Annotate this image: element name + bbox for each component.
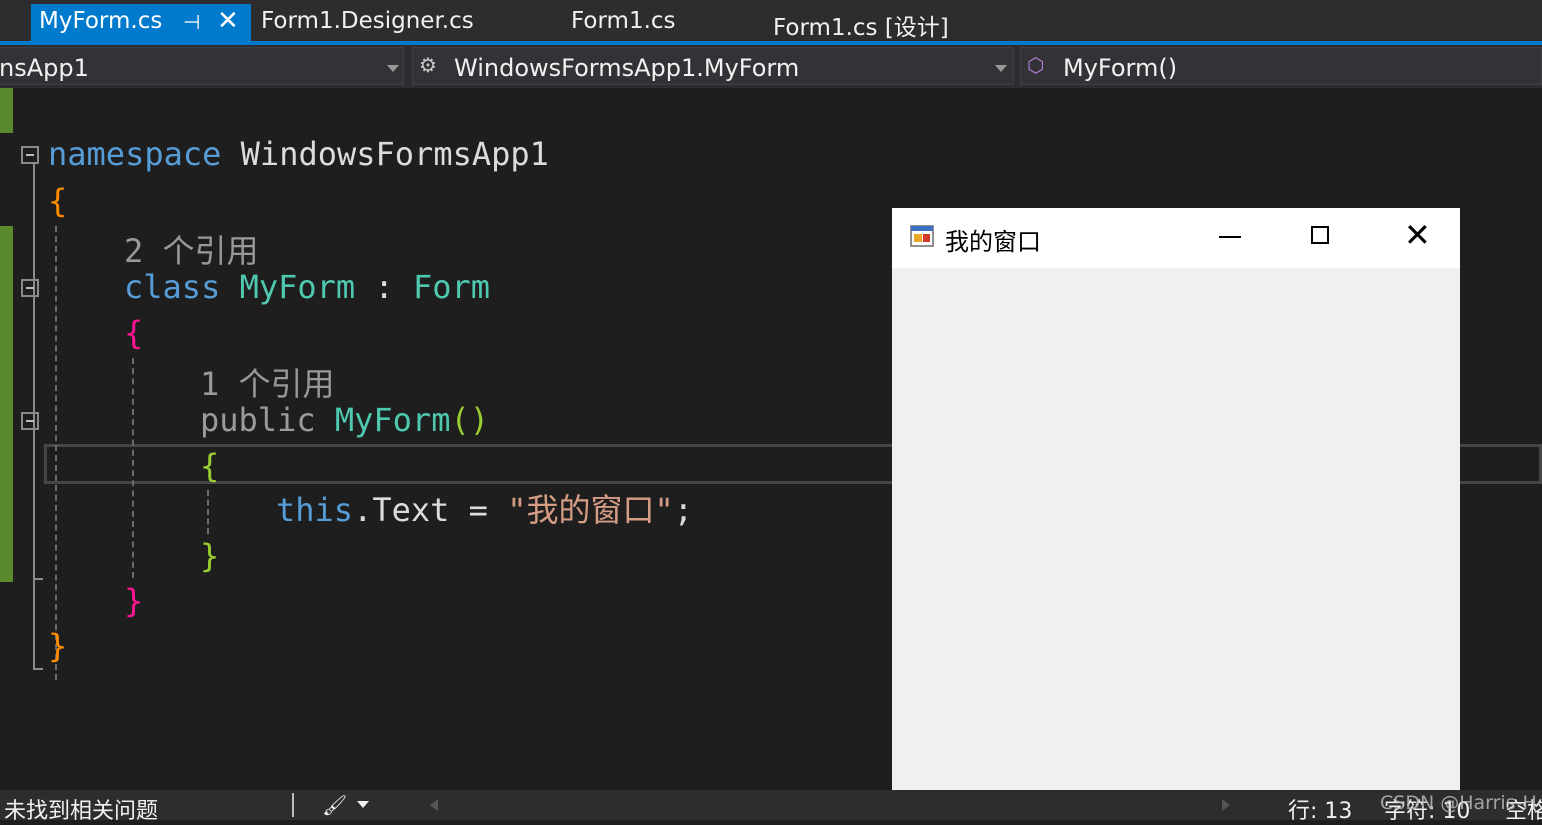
class-name: MyForm bbox=[239, 268, 356, 306]
tab-form1-cs[interactable]: Form1.cs bbox=[571, 8, 676, 34]
window-title: 我的窗口 bbox=[945, 228, 1041, 256]
brace: { bbox=[200, 447, 220, 485]
project-dropdown-value: nsApp1 bbox=[0, 54, 89, 82]
form-window[interactable]: 我的窗口 ✕ bbox=[892, 208, 1460, 790]
status-separator bbox=[292, 793, 294, 817]
scroll-left-icon[interactable] bbox=[430, 799, 438, 811]
brace: { bbox=[48, 182, 68, 220]
member-dropdown-value: MyForm() bbox=[1063, 54, 1178, 82]
collapse-ctor-icon[interactable] bbox=[21, 412, 39, 430]
close-icon[interactable]: ✕ bbox=[217, 6, 239, 36]
brace: { bbox=[124, 314, 144, 352]
type-dropdown-value: WindowsFormsApp1.MyForm bbox=[454, 54, 800, 82]
project-dropdown[interactable]: nsApp1 bbox=[0, 47, 404, 85]
type-dropdown[interactable]: ⚙ WindowsFormsApp1.MyForm bbox=[412, 47, 1014, 85]
status-bar: 未找到相关问题 🖌 行: 13 字符: 10 空格 bbox=[0, 790, 1542, 824]
maximize-icon bbox=[1311, 226, 1329, 244]
tab-form1-cs-design[interactable]: Form1.cs [设计] bbox=[773, 8, 949, 42]
watermark: CSDN @Harris-H bbox=[1380, 792, 1537, 814]
parens: () bbox=[450, 401, 489, 439]
base-type: Form bbox=[412, 268, 491, 306]
chevron-down-icon[interactable] bbox=[357, 801, 369, 808]
member-dropdown[interactable]: ⬡ MyForm() bbox=[1020, 47, 1542, 85]
property: Text bbox=[372, 491, 450, 529]
colon: : bbox=[374, 268, 394, 306]
collapse-namespace-icon[interactable] bbox=[21, 146, 39, 164]
minimize-icon bbox=[1219, 236, 1241, 238]
class-type-icon: ⚙ bbox=[419, 53, 437, 77]
close-button[interactable]: ✕ bbox=[1378, 208, 1458, 268]
outline-end bbox=[33, 668, 43, 670]
maximize-button[interactable] bbox=[1281, 208, 1361, 268]
code-line-assign: this.Text = "我的窗口"; bbox=[276, 494, 693, 526]
indent-guide bbox=[55, 226, 57, 680]
window-title-bar[interactable]: 我的窗口 ✕ bbox=[892, 208, 1460, 268]
change-indicator bbox=[0, 88, 13, 133]
app-icon bbox=[910, 225, 934, 247]
keyword: public bbox=[200, 401, 316, 439]
brace: } bbox=[124, 582, 144, 620]
minimize-button[interactable] bbox=[1190, 208, 1270, 268]
code-line-class: class MyForm : Form bbox=[124, 271, 490, 303]
change-indicator bbox=[0, 226, 13, 582]
navigation-bar: nsApp1 ⚙ WindowsFormsApp1.MyForm ⬡ MyFor… bbox=[0, 45, 1542, 88]
collapse-class-icon[interactable] bbox=[21, 279, 39, 297]
cleanup-brush-icon[interactable]: 🖌 bbox=[322, 793, 347, 817]
dot: . bbox=[353, 491, 373, 529]
tab-label: MyForm.cs bbox=[39, 8, 163, 34]
keyword: this bbox=[276, 491, 354, 529]
indent-guide bbox=[207, 490, 209, 534]
keyword: class bbox=[124, 268, 221, 306]
operator: = bbox=[468, 491, 488, 529]
keyword: namespace bbox=[48, 135, 222, 173]
ctor-name: MyForm bbox=[334, 401, 451, 439]
semicolon: ; bbox=[673, 491, 693, 529]
tab-myform-cs[interactable]: MyForm.cs ⊣ ✕ bbox=[31, 4, 251, 41]
pin-icon[interactable]: ⊣ bbox=[183, 10, 200, 34]
scroll-right-icon[interactable] bbox=[1222, 799, 1230, 811]
method-cube-icon: ⬡ bbox=[1027, 53, 1045, 77]
string-literal: "我的窗口" bbox=[507, 491, 674, 529]
tab-form1-designer-cs[interactable]: Form1.Designer.cs bbox=[261, 8, 474, 34]
chevron-down-icon bbox=[387, 65, 399, 72]
codelens-references[interactable]: 2 个引用 bbox=[124, 226, 259, 272]
indent-guide bbox=[132, 358, 134, 578]
namespace-name: WindowsFormsApp1 bbox=[240, 135, 549, 173]
code-line-ctor: public MyForm() bbox=[200, 404, 489, 436]
close-icon: ✕ bbox=[1404, 216, 1431, 254]
outline-end bbox=[33, 578, 43, 580]
brace: } bbox=[48, 627, 68, 665]
issues-status[interactable]: 未找到相关问题 bbox=[4, 793, 158, 825]
code-line-namespace: namespace WindowsFormsApp1 bbox=[48, 138, 549, 170]
chevron-down-icon bbox=[995, 65, 1007, 72]
line-number[interactable]: 行: 13 bbox=[1288, 793, 1352, 825]
brace: } bbox=[200, 537, 220, 575]
codelens-references[interactable]: 1 个引用 bbox=[200, 359, 335, 405]
document-tab-bar: MyForm.cs ⊣ ✕ Form1.Designer.cs Form1.cs… bbox=[0, 0, 1542, 41]
